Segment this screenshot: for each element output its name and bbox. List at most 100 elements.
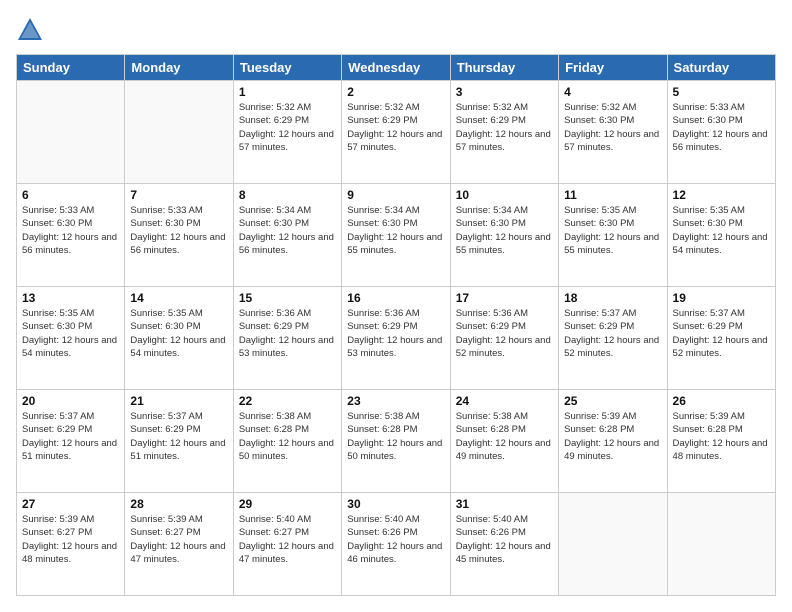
calendar-cell: 27 Sunrise: 5:39 AM Sunset: 6:27 PM Dayli…: [17, 493, 125, 596]
calendar-cell: 2Sunrise: 5:32 AM Sunset: 6:29 PM Daylig…: [342, 81, 450, 184]
day-detail: Sunrise: 5:36 AM Sunset: 6:29 PM Dayligh…: [456, 307, 553, 360]
day-number: 5: [673, 85, 770, 99]
calendar-cell: 26 Sunrise: 5:39 AM Sunset: 6:28 PM Dayli…: [667, 390, 775, 493]
calendar-cell: 6Sunrise: 5:33 AM Sunset: 6:30 PM Daylig…: [17, 184, 125, 287]
calendar-cell: 9Sunrise: 5:34 AM Sunset: 6:30 PM Daylig…: [342, 184, 450, 287]
day-detail: Sunrise: 5:39 AM Sunset: 6:27 PM Dayligh…: [22, 513, 119, 566]
calendar-cell: 15 Sunrise: 5:36 AM Sunset: 6:29 PM Dayli…: [233, 287, 341, 390]
day-number: 25: [564, 394, 661, 408]
day-number: 17: [456, 291, 553, 305]
calendar-cell: 1 Sunrise: 5:32 AM Sunset: 6:29 PM Daylig…: [233, 81, 341, 184]
day-number: 7: [130, 188, 227, 202]
day-detail: Sunrise: 5:33 AM Sunset: 6:30 PM Dayligh…: [673, 101, 770, 154]
day-detail: Sunrise: 5:35 AM Sunset: 6:30 PM Dayligh…: [673, 204, 770, 257]
calendar-cell: 24 Sunrise: 5:38 AM Sunset: 6:28 PM Dayli…: [450, 390, 558, 493]
day-detail: Sunrise: 5:34 AM Sunset: 6:30 PM Dayligh…: [239, 204, 336, 257]
day-detail: Sunrise: 5:36 AM Sunset: 6:29 PM Dayligh…: [239, 307, 336, 360]
day-detail: Sunrise: 5:37 AM Sunset: 6:29 PM Dayligh…: [564, 307, 661, 360]
col-header-wednesday: Wednesday: [342, 55, 450, 81]
calendar-week-row: 20 Sunrise: 5:37 AM Sunset: 6:29 PM Dayli…: [17, 390, 776, 493]
calendar-week-row: 13 Sunrise: 5:35 AM Sunset: 6:30 PM Dayli…: [17, 287, 776, 390]
day-detail: Sunrise: 5:40 AM Sunset: 6:26 PM Dayligh…: [456, 513, 553, 566]
page: SundayMondayTuesdayWednesdayThursdayFrid…: [0, 0, 792, 612]
col-header-sunday: Sunday: [17, 55, 125, 81]
calendar-cell: 22Sunrise: 5:38 AM Sunset: 6:28 PM Dayli…: [233, 390, 341, 493]
day-detail: Sunrise: 5:34 AM Sunset: 6:30 PM Dayligh…: [347, 204, 444, 257]
day-detail: Sunrise: 5:39 AM Sunset: 6:28 PM Dayligh…: [564, 410, 661, 463]
calendar-cell: 5 Sunrise: 5:33 AM Sunset: 6:30 PM Daylig…: [667, 81, 775, 184]
day-detail: Sunrise: 5:35 AM Sunset: 6:30 PM Dayligh…: [22, 307, 119, 360]
day-detail: Sunrise: 5:38 AM Sunset: 6:28 PM Dayligh…: [347, 410, 444, 463]
header: [16, 16, 776, 44]
calendar-cell: [17, 81, 125, 184]
calendar-cell: 4Sunrise: 5:32 AM Sunset: 6:30 PM Daylig…: [559, 81, 667, 184]
logo-icon: [16, 16, 44, 44]
day-number: 20: [22, 394, 119, 408]
col-header-thursday: Thursday: [450, 55, 558, 81]
day-number: 30: [347, 497, 444, 511]
calendar-cell: 12 Sunrise: 5:35 AM Sunset: 6:30 PM Dayli…: [667, 184, 775, 287]
day-number: 2: [347, 85, 444, 99]
day-detail: Sunrise: 5:38 AM Sunset: 6:28 PM Dayligh…: [456, 410, 553, 463]
day-detail: Sunrise: 5:37 AM Sunset: 6:29 PM Dayligh…: [673, 307, 770, 360]
day-detail: Sunrise: 5:34 AM Sunset: 6:30 PM Dayligh…: [456, 204, 553, 257]
calendar-cell: 31 Sunrise: 5:40 AM Sunset: 6:26 PM Dayli…: [450, 493, 558, 596]
calendar-cell: [125, 81, 233, 184]
day-detail: Sunrise: 5:32 AM Sunset: 6:29 PM Dayligh…: [239, 101, 336, 154]
calendar-cell: 30 Sunrise: 5:40 AM Sunset: 6:26 PM Dayli…: [342, 493, 450, 596]
day-detail: Sunrise: 5:40 AM Sunset: 6:26 PM Dayligh…: [347, 513, 444, 566]
day-number: 1: [239, 85, 336, 99]
day-detail: Sunrise: 5:35 AM Sunset: 6:30 PM Dayligh…: [130, 307, 227, 360]
day-detail: Sunrise: 5:37 AM Sunset: 6:29 PM Dayligh…: [22, 410, 119, 463]
day-number: 31: [456, 497, 553, 511]
day-number: 8: [239, 188, 336, 202]
calendar-cell: 10 Sunrise: 5:34 AM Sunset: 6:30 PM Dayli…: [450, 184, 558, 287]
calendar-cell: 28 Sunrise: 5:39 AM Sunset: 6:27 PM Dayli…: [125, 493, 233, 596]
day-number: 23: [347, 394, 444, 408]
day-detail: Sunrise: 5:36 AM Sunset: 6:29 PM Dayligh…: [347, 307, 444, 360]
day-detail: Sunrise: 5:32 AM Sunset: 6:30 PM Dayligh…: [564, 101, 661, 154]
calendar-cell: 14 Sunrise: 5:35 AM Sunset: 6:30 PM Dayli…: [125, 287, 233, 390]
calendar-cell: 13 Sunrise: 5:35 AM Sunset: 6:30 PM Dayli…: [17, 287, 125, 390]
day-number: 29: [239, 497, 336, 511]
day-detail: Sunrise: 5:39 AM Sunset: 6:28 PM Dayligh…: [673, 410, 770, 463]
calendar-week-row: 1 Sunrise: 5:32 AM Sunset: 6:29 PM Daylig…: [17, 81, 776, 184]
col-header-friday: Friday: [559, 55, 667, 81]
calendar-cell: 3 Sunrise: 5:32 AM Sunset: 6:29 PM Daylig…: [450, 81, 558, 184]
calendar-cell: 29 Sunrise: 5:40 AM Sunset: 6:27 PM Dayli…: [233, 493, 341, 596]
day-number: 24: [456, 394, 553, 408]
day-detail: Sunrise: 5:39 AM Sunset: 6:27 PM Dayligh…: [130, 513, 227, 566]
calendar-week-row: 6Sunrise: 5:33 AM Sunset: 6:30 PM Daylig…: [17, 184, 776, 287]
day-number: 22: [239, 394, 336, 408]
day-number: 27: [22, 497, 119, 511]
calendar-cell: 19 Sunrise: 5:37 AM Sunset: 6:29 PM Dayli…: [667, 287, 775, 390]
day-number: 21: [130, 394, 227, 408]
day-detail: Sunrise: 5:33 AM Sunset: 6:30 PM Dayligh…: [130, 204, 227, 257]
day-number: 28: [130, 497, 227, 511]
day-detail: Sunrise: 5:32 AM Sunset: 6:29 PM Dayligh…: [456, 101, 553, 154]
day-number: 3: [456, 85, 553, 99]
day-detail: Sunrise: 5:40 AM Sunset: 6:27 PM Dayligh…: [239, 513, 336, 566]
logo: [16, 16, 48, 44]
calendar-cell: [559, 493, 667, 596]
day-number: 18: [564, 291, 661, 305]
calendar-cell: 17 Sunrise: 5:36 AM Sunset: 6:29 PM Dayli…: [450, 287, 558, 390]
day-detail: Sunrise: 5:35 AM Sunset: 6:30 PM Dayligh…: [564, 204, 661, 257]
day-number: 26: [673, 394, 770, 408]
day-number: 10: [456, 188, 553, 202]
day-number: 13: [22, 291, 119, 305]
day-detail: Sunrise: 5:37 AM Sunset: 6:29 PM Dayligh…: [130, 410, 227, 463]
day-number: 14: [130, 291, 227, 305]
calendar-cell: 18 Sunrise: 5:37 AM Sunset: 6:29 PM Dayli…: [559, 287, 667, 390]
day-number: 12: [673, 188, 770, 202]
col-header-saturday: Saturday: [667, 55, 775, 81]
calendar-cell: 7 Sunrise: 5:33 AM Sunset: 6:30 PM Daylig…: [125, 184, 233, 287]
calendar-cell: 23 Sunrise: 5:38 AM Sunset: 6:28 PM Dayli…: [342, 390, 450, 493]
day-number: 16: [347, 291, 444, 305]
calendar-cell: 11Sunrise: 5:35 AM Sunset: 6:30 PM Dayli…: [559, 184, 667, 287]
col-header-monday: Monday: [125, 55, 233, 81]
calendar-cell: 20 Sunrise: 5:37 AM Sunset: 6:29 PM Dayli…: [17, 390, 125, 493]
day-number: 15: [239, 291, 336, 305]
day-number: 19: [673, 291, 770, 305]
calendar-cell: 8 Sunrise: 5:34 AM Sunset: 6:30 PM Daylig…: [233, 184, 341, 287]
